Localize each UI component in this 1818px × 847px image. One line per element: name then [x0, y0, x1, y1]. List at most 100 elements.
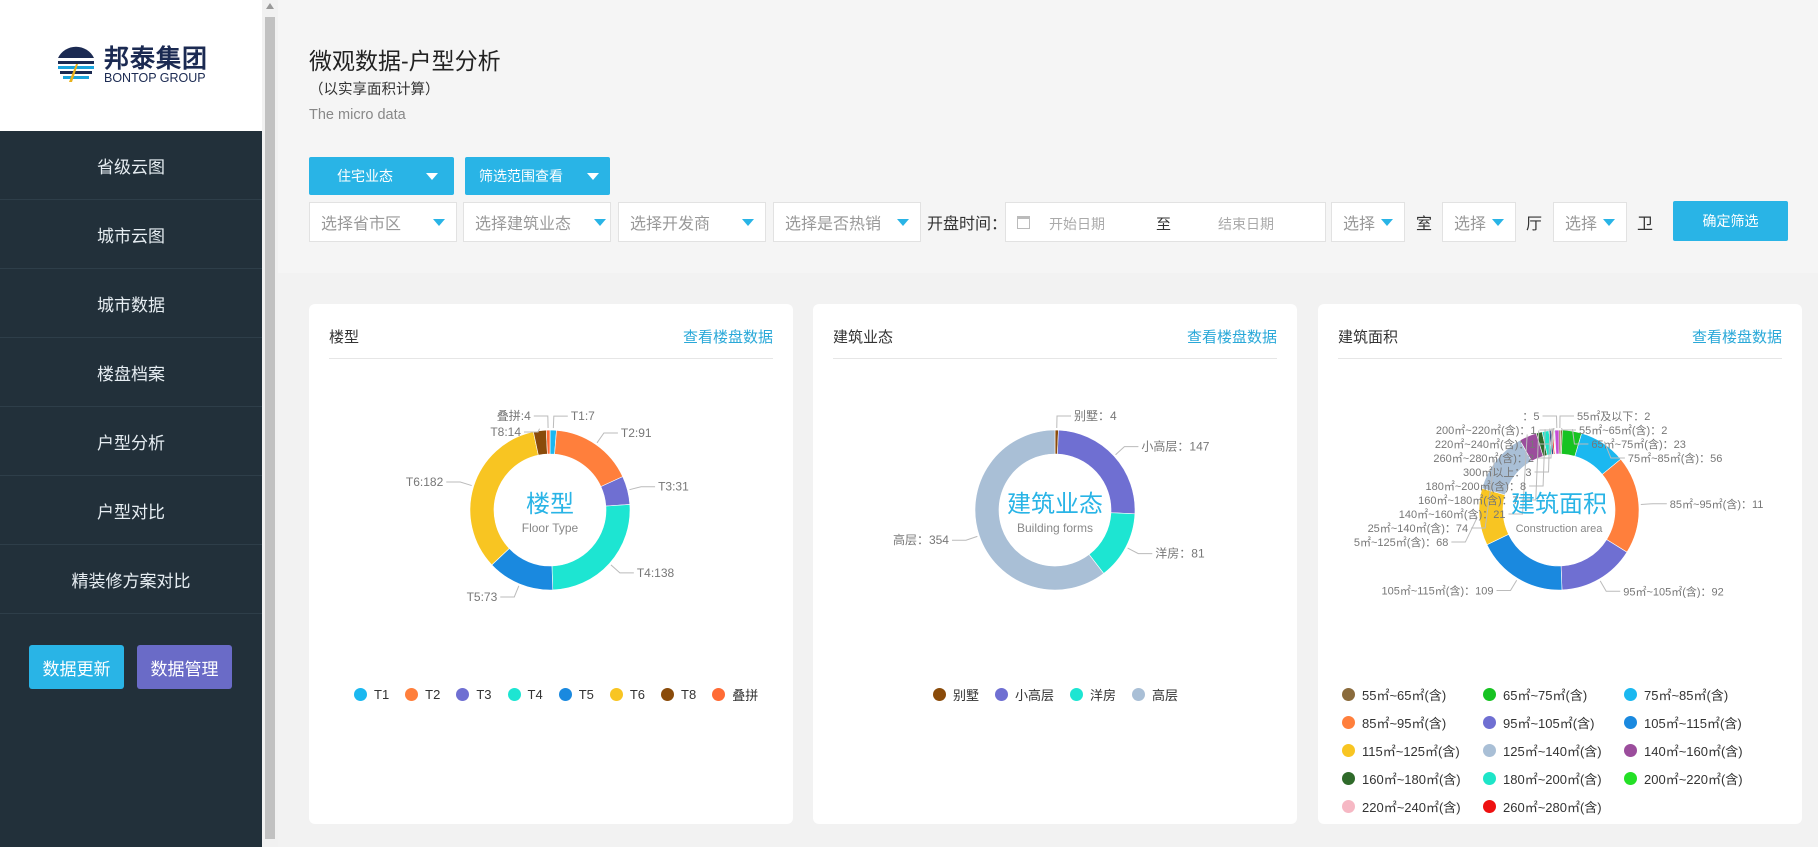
legend-color-dot	[405, 688, 419, 701]
label-leader-line	[596, 432, 618, 444]
sidebar-item-province-cloud[interactable]: 省级云图	[0, 131, 262, 200]
hall-count-placeholder: 选择	[1454, 216, 1487, 233]
legend-item[interactable]: 别墅	[933, 685, 979, 704]
legend-color-dot	[1483, 688, 1496, 701]
legend-color-dot	[354, 688, 367, 701]
caret-down-icon	[594, 219, 606, 226]
scroll-up-arrow-icon[interactable]	[266, 3, 274, 9]
sidebar-item-city-cloud[interactable]: 城市云图	[0, 200, 262, 269]
donut-slice[interactable]	[1486, 533, 1563, 591]
legend-item[interactable]: 叠拼	[712, 685, 758, 704]
legend-item[interactable]: T2	[405, 687, 440, 702]
legend-color-dot	[712, 688, 726, 701]
filter-range-label: 筛选范围查看	[479, 168, 563, 184]
legend-color-dot	[1342, 744, 1355, 757]
label-leader-line	[1056, 415, 1072, 429]
building-type-select[interactable]: 选择建筑业态	[463, 202, 611, 242]
legend-item[interactable]: 115㎡~125㎡(含)	[1342, 741, 1483, 760]
start-date-input[interactable]: 开始日期	[1049, 214, 1105, 234]
sidebar-item-decoration-compare[interactable]: 精装修方案对比	[0, 545, 262, 614]
label-leader-line	[1496, 579, 1518, 592]
legend-color-dot	[1624, 716, 1637, 729]
legend-color-dot	[1342, 688, 1355, 701]
legend-label: 115㎡~125㎡(含)	[1362, 744, 1460, 759]
caret-down-icon	[426, 173, 438, 180]
legend-item[interactable]: 65㎡~75㎡(含)	[1483, 685, 1624, 704]
legend-item[interactable]: 140㎡~160㎡(含)	[1624, 741, 1765, 760]
brand-logo[interactable]: 邦泰集团 BONTOP GROUP	[54, 44, 208, 88]
legend-label: 65㎡~75㎡(含)	[1503, 688, 1588, 703]
legend-item[interactable]: T8	[661, 687, 696, 702]
room-unit-label: 室	[1416, 216, 1433, 233]
caret-down-icon	[1381, 219, 1393, 226]
slice-label: ：5	[1522, 411, 1539, 423]
legend-item[interactable]: 洋房	[1070, 685, 1116, 704]
donut-slice[interactable]	[1560, 539, 1628, 591]
legend-color-dot	[1624, 744, 1637, 757]
legend-item[interactable]: 105㎡~115㎡(含)	[1624, 713, 1765, 732]
label-leader-line	[951, 535, 978, 541]
sidebar-item-layout-compare[interactable]: 户型对比	[0, 476, 262, 545]
slice-label: 160㎡~180㎡(含)：7	[1418, 493, 1519, 507]
legend-color-dot	[507, 688, 521, 701]
legend-color-dot	[1624, 688, 1637, 701]
legend-item[interactable]: 220㎡~240㎡(含)	[1342, 797, 1483, 816]
donut-slice[interactable]	[1601, 458, 1640, 553]
hot-sale-select[interactable]: 选择是否热销	[773, 202, 921, 242]
legend-item[interactable]: 160㎡~180㎡(含)	[1342, 769, 1483, 788]
slice-label: 95㎡~105㎡(含)：92	[1623, 584, 1724, 598]
legend-item[interactable]: 高层	[1132, 685, 1178, 704]
legend-item[interactable]: 125㎡~140㎡(含)	[1483, 741, 1624, 760]
label-leader-line	[1127, 547, 1153, 555]
hot-sale-select-placeholder: 选择是否热销	[785, 216, 882, 233]
legend-item[interactable]: T1	[354, 687, 389, 702]
label-leader-line	[500, 585, 520, 598]
legend-item[interactable]: 180㎡~200㎡(含)	[1483, 769, 1624, 788]
end-date-input[interactable]: 结束日期	[1218, 214, 1274, 234]
label-leader-line	[1561, 427, 1576, 431]
legend-label: 叠拼	[732, 688, 759, 703]
slice-label: T4:138	[637, 566, 675, 580]
donut-slice[interactable]	[554, 429, 624, 488]
data-update-button[interactable]: 数据更新	[29, 645, 124, 689]
room-count-select[interactable]: 选择	[1331, 202, 1405, 242]
filter-range-dropdown[interactable]: 筛选范围查看	[465, 157, 610, 195]
legend-item[interactable]: 55㎡~65㎡(含)	[1342, 685, 1483, 704]
vertical-scrollbar[interactable]	[262, 0, 278, 847]
residential-type-dropdown[interactable]: 住宅业态	[309, 157, 454, 195]
developer-select[interactable]: 选择开发商	[618, 202, 766, 242]
hall-count-select[interactable]: 选择	[1442, 202, 1516, 242]
room-count-placeholder: 选择	[1343, 216, 1376, 233]
legend-color-dot	[1070, 688, 1084, 701]
legend-color-dot	[1483, 744, 1496, 757]
building-forms-donut-chart: 别墅：4 小高层：147 洋房：81 高层：354 建筑业态 Building forms	[893, 409, 1210, 591]
legend-item[interactable]: 260㎡~280㎡(含)	[1483, 797, 1624, 816]
date-range-picker[interactable]: 开始日期 至 结束日期	[1005, 202, 1326, 242]
scrollbar-thumb[interactable]	[265, 17, 275, 839]
legend-color-dot	[661, 688, 675, 701]
legend-item[interactable]: 75㎡~85㎡(含)	[1624, 685, 1765, 704]
confirm-filter-button[interactable]: 确定筛选	[1673, 201, 1788, 241]
legend-label: 180㎡~200㎡(含)	[1503, 772, 1602, 787]
legend-item[interactable]: 85㎡~95㎡(含)	[1342, 713, 1483, 732]
slice-label: 220㎡~240㎡(含)：1	[1435, 437, 1536, 451]
legend-item[interactable]: T4	[507, 687, 543, 702]
sidebar-item-city-data[interactable]: 城市数据	[0, 269, 262, 338]
slice-label: 25㎡~140㎡(含)：74	[1368, 521, 1469, 535]
legend-item[interactable]: T6	[609, 687, 645, 702]
chart-legend: T1 T2 T3 T4 T5 T6 T8 叠拼	[354, 685, 758, 704]
legend-color-dot	[1624, 772, 1637, 785]
data-manage-button[interactable]: 数据管理	[137, 645, 232, 689]
sidebar-item-property-archive[interactable]: 楼盘档案	[0, 338, 262, 407]
legend-item[interactable]: 95㎡~105㎡(含)	[1483, 713, 1624, 732]
logo-area: 邦泰集团 BONTOP GROUP	[0, 0, 262, 131]
province-select[interactable]: 选择省市区	[309, 202, 457, 242]
legend-item[interactable]: T5	[558, 687, 594, 702]
bath-count-select[interactable]: 选择	[1553, 202, 1627, 242]
sidebar-item-layout-analysis[interactable]: 户型分析	[0, 407, 262, 476]
slice-label: 小高层：147	[1141, 439, 1209, 454]
legend-item[interactable]: T3	[456, 687, 492, 702]
legend-item[interactable]: 小高层	[995, 685, 1054, 704]
legend-label: 105㎡~115㎡(含)	[1644, 716, 1742, 731]
legend-item[interactable]: 200㎡~220㎡(含)	[1624, 769, 1765, 788]
